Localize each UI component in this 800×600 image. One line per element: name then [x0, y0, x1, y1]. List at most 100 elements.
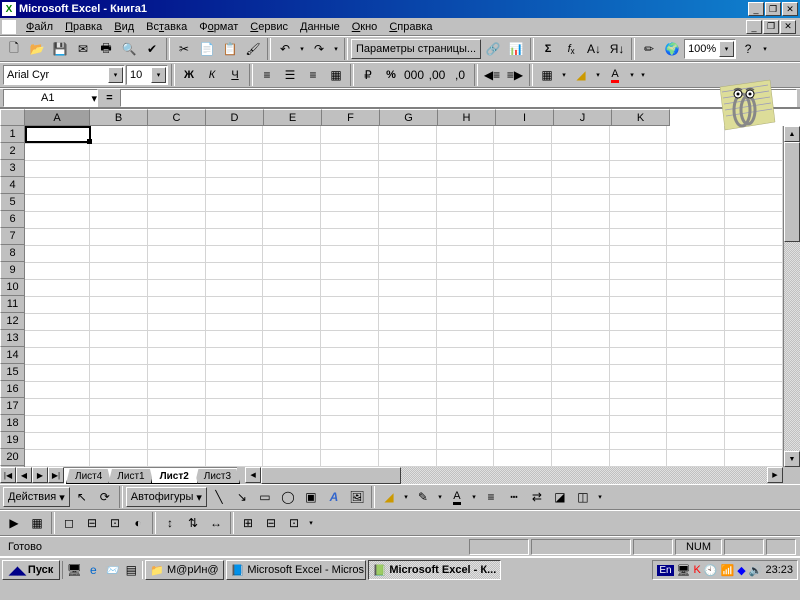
spell-button[interactable]: ✔	[141, 38, 163, 60]
select-all-corner[interactable]	[0, 109, 25, 126]
sheet-tab[interactable]: Лист3	[195, 469, 240, 484]
menu-файл[interactable]: Файл	[20, 19, 59, 35]
column-header[interactable]: E	[264, 109, 322, 126]
autoshapes-button[interactable]: Автофигуры ▾	[126, 487, 207, 507]
font-color-button[interactable]: A	[604, 64, 626, 86]
menu-данные[interactable]: Данные	[294, 19, 346, 35]
column-header[interactable]: H	[438, 109, 496, 126]
scroll-left-button[interactable]: ◀	[245, 467, 261, 483]
zoom-combo[interactable]: ▾	[684, 39, 736, 59]
scroll-down-button[interactable]: ▼	[784, 451, 800, 467]
row-header[interactable]: 4	[0, 177, 25, 194]
doc-minimize-button[interactable]: _	[746, 20, 762, 34]
line-color-button[interactable]: ✎	[412, 486, 434, 508]
page-setup-button[interactable]: Параметры страницы...	[351, 39, 481, 59]
undo-dropdown[interactable]: ▾	[297, 38, 307, 60]
currency-button[interactable]: ₽	[357, 64, 379, 86]
menu-сервис[interactable]: Сервис	[244, 19, 294, 35]
column-header[interactable]: J	[554, 109, 612, 126]
sheet-tab[interactable]: Лист2	[151, 469, 198, 484]
function-button[interactable]: fₓ	[560, 38, 582, 60]
horizontal-scroll-thumb[interactable]	[261, 467, 401, 484]
vertical-scroll-thumb[interactable]	[784, 142, 800, 242]
font-color2-dropdown[interactable]: ▾	[469, 486, 479, 508]
tray-icon-4[interactable]: 📶	[721, 564, 735, 577]
decrease-indent-button[interactable]: ◀≡	[481, 64, 503, 86]
increase-indent-button[interactable]: ≡▶	[504, 64, 526, 86]
restore-button[interactable]: ❐	[765, 2, 781, 16]
textbox-button[interactable]: ▣	[300, 486, 322, 508]
tray-icon-1[interactable]: 🖥	[677, 564, 691, 577]
row-header[interactable]: 15	[0, 364, 25, 381]
borders-dropdown[interactable]: ▾	[559, 64, 569, 86]
lang-indicator[interactable]: En	[657, 565, 673, 576]
vertical-scrollbar[interactable]: ▲ ▼	[783, 126, 800, 467]
ql-outlook-icon[interactable]: 📨	[103, 561, 121, 579]
map-button[interactable]: 🌍	[661, 38, 683, 60]
sum-button[interactable]: Σ	[537, 38, 559, 60]
fontsize-dropdown[interactable]: ▾	[151, 67, 166, 83]
font-color-dropdown[interactable]: ▾	[627, 64, 637, 86]
underline-button[interactable]: Ч	[224, 64, 246, 86]
paste-button[interactable]: 📋	[219, 38, 241, 60]
row-header[interactable]: 11	[0, 296, 25, 313]
oval-button[interactable]: ◯	[277, 486, 299, 508]
drawing-button[interactable]: ✏	[638, 38, 660, 60]
column-header[interactable]: G	[380, 109, 438, 126]
actions-button[interactable]: Действия ▾	[3, 487, 70, 507]
zoom-dropdown[interactable]: ▾	[719, 41, 734, 57]
tb-btn-1[interactable]: ◻	[58, 512, 80, 534]
row-header[interactable]: 9	[0, 262, 25, 279]
taskbar-task[interactable]: 📗Microsoft Excel - К...	[368, 560, 502, 580]
preview-button[interactable]: 🔍	[118, 38, 140, 60]
align-left-button[interactable]: ≡	[256, 64, 278, 86]
row-header[interactable]: 12	[0, 313, 25, 330]
name-box-dropdown[interactable]: ▾	[91, 92, 97, 105]
tb-btn-4[interactable]: ◐	[127, 512, 149, 534]
tab-prev-button[interactable]: ◀	[16, 467, 32, 483]
row-header[interactable]: 1	[0, 126, 25, 143]
zoom-input[interactable]	[685, 41, 719, 57]
arrow-button[interactable]: ↘	[231, 486, 253, 508]
row-header[interactable]: 8	[0, 245, 25, 262]
menu-окно[interactable]: Окно	[346, 19, 384, 35]
column-header[interactable]: A	[25, 109, 90, 126]
column-header[interactable]: C	[148, 109, 206, 126]
relative-ref-button[interactable]: ▦	[26, 512, 48, 534]
font-dropdown[interactable]: ▾	[108, 67, 123, 83]
align-center-button[interactable]: ☰	[279, 64, 301, 86]
tray-icon-2[interactable]: K	[694, 564, 701, 576]
tb-btn-7[interactable]: ↔	[205, 512, 227, 534]
tb-btn-8[interactable]: ⊞	[237, 512, 259, 534]
row-header[interactable]: 19	[0, 432, 25, 449]
row-header[interactable]: 16	[0, 381, 25, 398]
row-header[interactable]: 18	[0, 415, 25, 432]
tab-first-button[interactable]: |◀	[0, 467, 16, 483]
row-header[interactable]: 2	[0, 143, 25, 160]
horizontal-scrollbar[interactable]: ◀ ▶	[245, 467, 783, 484]
scroll-up-button[interactable]: ▲	[784, 126, 800, 142]
rectangle-button[interactable]: ▭	[254, 486, 276, 508]
3d-button[interactable]: ◫	[572, 486, 594, 508]
tab-next-button[interactable]: ▶	[32, 467, 48, 483]
scroll-right-button[interactable]: ▶	[767, 467, 783, 483]
percent-button[interactable]: %	[380, 64, 402, 86]
chart-button[interactable]: 📊	[505, 38, 527, 60]
merge-center-button[interactable]: ▦	[325, 64, 347, 86]
fill-color-button[interactable]: ◢	[570, 64, 592, 86]
ql-app-icon[interactable]: ▤	[122, 561, 140, 579]
formula-input[interactable]	[120, 89, 797, 107]
font-combo[interactable]: ▾	[3, 65, 125, 85]
close-button[interactable]: ✕	[782, 2, 798, 16]
ql-ie-icon[interactable]: e	[84, 561, 102, 579]
redo-button[interactable]: ↷	[308, 38, 330, 60]
column-header[interactable]: B	[90, 109, 148, 126]
tab-last-button[interactable]: ▶|	[48, 467, 64, 483]
increase-decimal-button[interactable]: ,00	[426, 64, 448, 86]
clock[interactable]: 23:23	[765, 564, 793, 576]
extra-more[interactable]: ▾	[306, 512, 316, 534]
tb-btn-5[interactable]: ↕	[159, 512, 181, 534]
tb-btn-3[interactable]: ⊡	[104, 512, 126, 534]
row-header[interactable]: 5	[0, 194, 25, 211]
dash-style-button[interactable]: ┅	[503, 486, 525, 508]
